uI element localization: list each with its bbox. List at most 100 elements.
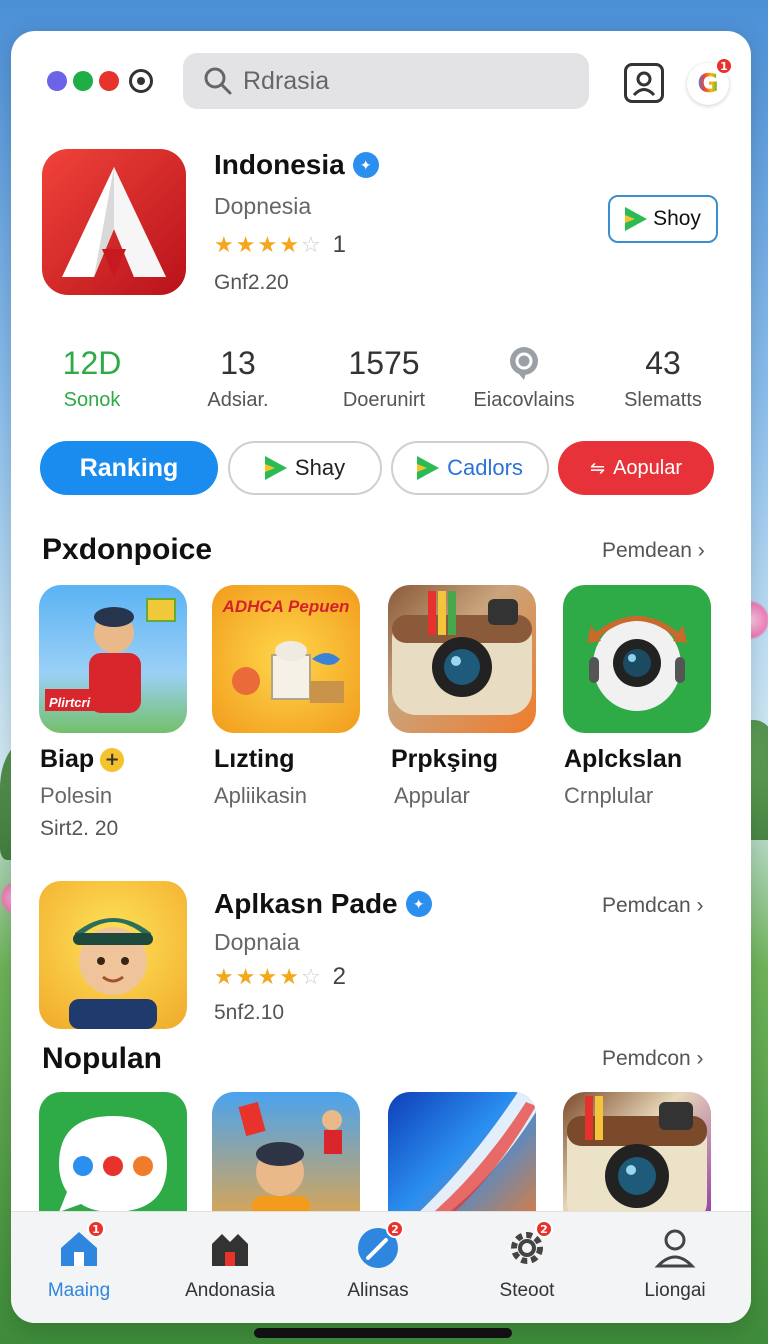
stat-value: 43: [645, 344, 681, 381]
stat-value: 1575: [348, 344, 420, 381]
window-dot-green: [73, 71, 93, 91]
section-title: Nopulan: [42, 1042, 162, 1075]
stat-item: 13 Adsiar.: [168, 343, 308, 412]
nav-label: Alinsas: [347, 1280, 409, 1301]
verified-icon: ✦: [352, 152, 379, 178]
app-store-window: G 1 Indonesia ✦ Dopnesia ★ ★ ★ ★ ☆ 1 Gnf…: [11, 31, 751, 1323]
hero-app-developer: Dopnesia: [214, 193, 312, 219]
nav-item-andonasia[interactable]: Andonasia: [170, 1226, 290, 1302]
stat-label: Sonok: [63, 389, 121, 411]
stat-label: Slematts: [624, 389, 702, 411]
play-store-icon: [625, 207, 648, 231]
featured-more-link[interactable]: Pemdcan ›: [602, 894, 704, 918]
ranking-tab-label: Ranking: [79, 453, 179, 482]
search-input[interactable]: [243, 66, 563, 96]
nav-item-steoot[interactable]: 2 Steoot: [467, 1220, 587, 1302]
app-name: Lızting: [214, 745, 295, 773]
stat-item: Eiacovlains: [454, 343, 594, 412]
featured-app-title: Aplkasn Pade: [214, 888, 398, 919]
shuffle-icon: ⇋: [589, 457, 606, 479]
cadlors-tab[interactable]: Cadlors: [391, 441, 549, 495]
app-icon-lizting[interactable]: ADHCA Pepuen: [212, 585, 360, 733]
nav-label: Maaing: [47, 1280, 111, 1301]
app-subtitle: Crnplular: [564, 783, 654, 808]
hero-app-icon[interactable]: [42, 149, 186, 295]
tile-caption: Plirtcri: [49, 695, 91, 710]
play-store-icon: [264, 456, 287, 480]
app-name-row: Biap +: [40, 745, 125, 774]
nav-badge: 2: [386, 1220, 404, 1238]
section-more-link[interactable]: Pemdean ›: [602, 539, 705, 563]
cadlors-tab-label: Cadlors: [447, 455, 523, 480]
nav-badge: 2: [535, 1220, 553, 1238]
home-indicator[interactable]: [254, 1328, 512, 1338]
stat-label: Doerunirt: [342, 389, 426, 411]
star-icon: ★: [214, 232, 234, 258]
app-subtitle: Appular: [394, 783, 470, 808]
plus-badge-icon: +: [100, 747, 125, 772]
chevron-right-icon: ›: [691, 539, 705, 562]
nav-item-alinsas[interactable]: 2 Alinsas: [318, 1220, 438, 1302]
stat-item: 12D Sonok: [22, 343, 162, 412]
star-icon: ★: [257, 964, 278, 990]
stat-value: 12D: [62, 344, 122, 381]
app-name: Biap: [40, 745, 95, 773]
star-icon: ★: [257, 232, 278, 258]
hero-app-title: Indonesia: [214, 149, 345, 180]
featured-app-meta: 5nf2.10: [214, 1001, 285, 1024]
profile-frame-icon[interactable]: [624, 63, 664, 103]
shay-tab-label: Shay: [294, 455, 346, 480]
section-title: Pxdonpoice: [42, 533, 213, 566]
google-badge: 1: [715, 57, 733, 75]
hero-rating: ★ ★ ★ ★ ☆ 1: [214, 231, 346, 259]
nav-item-liongai[interactable]: Liongai: [615, 1226, 735, 1302]
nav-label: Andonasia: [185, 1280, 275, 1301]
star-icon: ★: [279, 964, 299, 990]
hero-app-title-row: Indonesia ✦: [214, 149, 379, 181]
section-more-link[interactable]: Pemdcon ›: [602, 1047, 704, 1071]
shop-icon: [208, 1226, 252, 1270]
app-icon-prpksing[interactable]: [388, 585, 536, 733]
aopular-tab[interactable]: ⇋ Aopular: [558, 441, 714, 495]
google-account-icon[interactable]: G 1: [687, 57, 733, 105]
gear-icon: 2: [505, 1220, 553, 1270]
app-name: Prpkşing: [391, 745, 498, 773]
star-icon: ★: [235, 232, 256, 258]
nav-label: Steoot: [499, 1280, 555, 1301]
record-icon[interactable]: [129, 69, 153, 93]
ranking-tab[interactable]: Ranking: [40, 441, 218, 495]
half-star-icon: ☆: [300, 964, 321, 990]
featured-app-developer: Dopnaia: [214, 929, 300, 955]
bottom-navigation: 1 Maaing Andonasia 2 Alinsas 2 Steoot Li…: [11, 1211, 751, 1323]
featured-app-icon[interactable]: [39, 881, 187, 1029]
app-icon-biap[interactable]: Plirtcri: [39, 585, 187, 733]
featured-rating: ★ ★ ★ ★ ☆ 2: [214, 963, 346, 991]
stat-value: 13: [220, 344, 256, 381]
featured-rating-count: 2: [332, 963, 347, 990]
more-label: Pemdean: [602, 539, 692, 562]
user-icon: [653, 1226, 697, 1270]
app-name: Aplckslan: [564, 745, 683, 773]
chat-bubble-icon: [454, 343, 594, 383]
nav-item-home[interactable]: 1 Maaing: [19, 1220, 139, 1302]
star-icon: ★: [235, 964, 256, 990]
window-dot-purple: [47, 71, 67, 91]
top-bar: G 1: [11, 31, 751, 131]
stat-item: 43 Slematts: [593, 343, 733, 412]
play-store-icon: [417, 456, 440, 480]
hero-rating-count: 1: [332, 231, 347, 258]
stat-label: Eiacovlains: [473, 389, 575, 411]
hero-shop-button[interactable]: Shoy: [608, 195, 718, 243]
more-label: Pemdcon: [602, 1047, 691, 1070]
app-subtitle: Apliikasin: [214, 783, 307, 808]
app-subtitle: Polesin: [40, 783, 113, 808]
nav-badge: 1: [87, 1220, 105, 1238]
more-label: Pemdcan: [602, 894, 691, 917]
app-icon-aplckslan[interactable]: [563, 585, 711, 733]
search-bar[interactable]: [183, 53, 589, 109]
chevron-right-icon: ›: [690, 1047, 704, 1070]
star-icon: ★: [214, 964, 234, 990]
search-icon: [203, 66, 233, 96]
star-icon: ★: [279, 232, 299, 258]
shay-tab[interactable]: Shay: [228, 441, 382, 495]
